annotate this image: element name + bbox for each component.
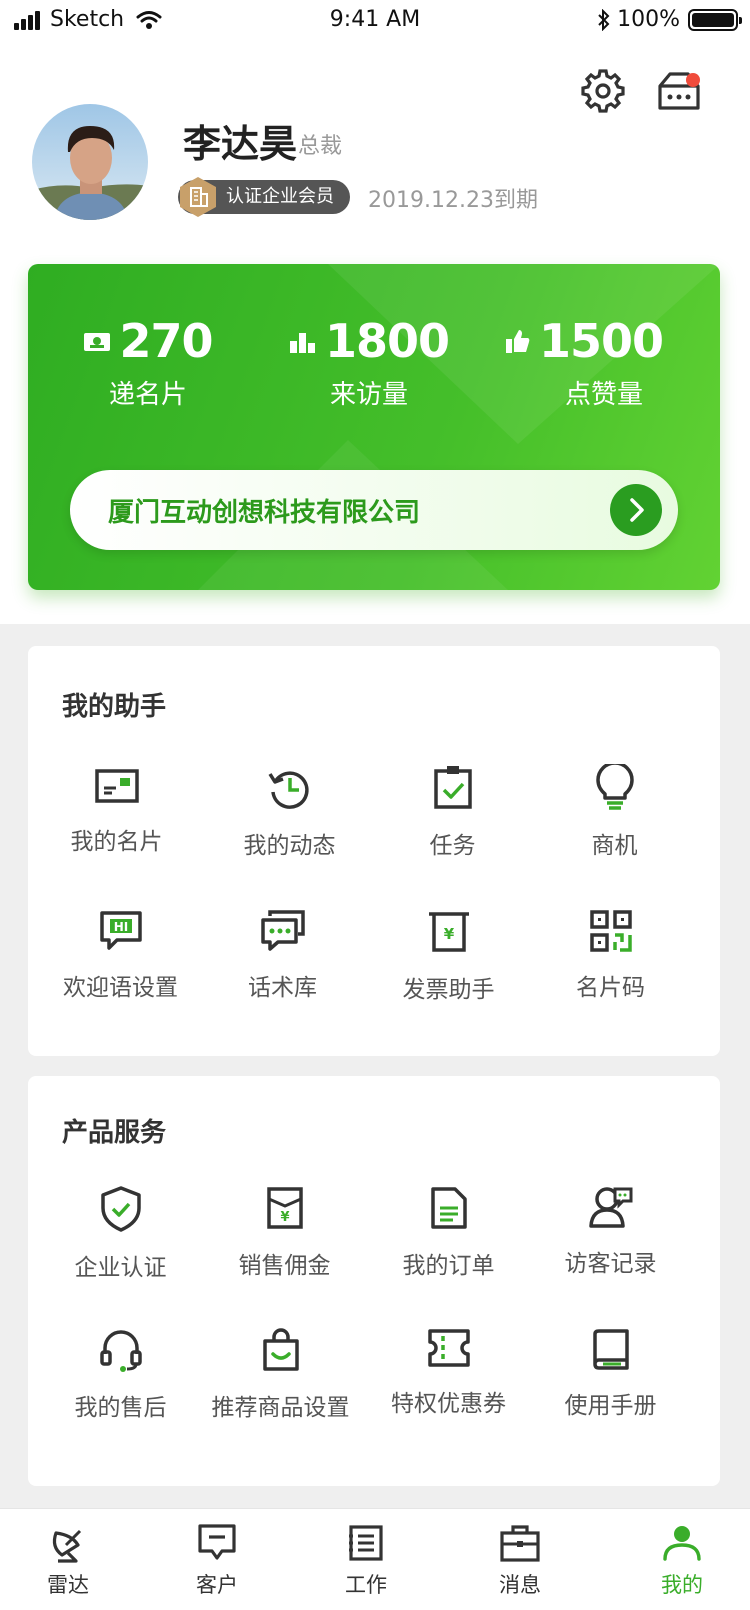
item-label: 任务 <box>429 833 476 859</box>
user-title: 总裁 <box>298 134 343 159</box>
stat-label: 递名片 <box>108 380 187 410</box>
headset-icon <box>99 1330 142 1372</box>
tab-radar[interactable]: 雷达 <box>8 1523 128 1599</box>
building-icon <box>180 177 216 217</box>
item-label: 发票助手 <box>402 977 495 1003</box>
company-name: 厦门互动创想科技有限公司 <box>108 498 421 528</box>
shield-check-icon <box>100 1186 141 1232</box>
assistant-item-card-code[interactable]: 名片码 <box>524 910 697 1002</box>
svg-text:¥: ¥ <box>280 1210 289 1225</box>
tab-label: 雷达 <box>47 1573 89 1597</box>
thumbs-up-icon <box>505 330 530 353</box>
avatar[interactable] <box>32 104 148 220</box>
item-label: 我的名片 <box>70 829 163 855</box>
checklist-icon <box>349 1525 383 1561</box>
tab-messages[interactable]: 消息 <box>460 1523 580 1599</box>
item-label: 特权优惠券 <box>391 1391 506 1417</box>
service-item-after-sales[interactable]: 我的售后 <box>34 1328 207 1422</box>
membership-expiry: 2019.12.23到期 <box>368 188 538 213</box>
settings-gear-icon[interactable] <box>580 68 626 114</box>
invoice-icon: ¥ <box>428 912 469 952</box>
visitors-icon <box>588 1187 632 1228</box>
battery-icon <box>688 8 742 31</box>
services-section: 产品服务 企业认证 ¥ 销售佣金 我的订单 访客记录 我的售后 推荐商品设置 特… <box>28 1076 720 1486</box>
service-item-certification[interactable]: 企业认证 <box>34 1186 207 1282</box>
bar-chart-icon <box>289 333 315 353</box>
stats-card: 270 递名片 1800 来访量 1500 点赞量 厦门互动创想科技有限公司 <box>28 264 720 590</box>
status-bar: Sketch 9:41 AM 100% <box>0 0 750 40</box>
business-card-icon <box>94 769 139 803</box>
item-label: 欢迎语设置 <box>63 975 178 1001</box>
bluetooth-icon <box>598 8 610 31</box>
assistant-item-scripts[interactable]: 话术库 <box>196 910 369 1002</box>
assistant-section: 我的助手 我的名片 我的动态 任务 商机 HI 欢迎语设置 话术库 ¥ 发票助手… <box>28 646 720 1056</box>
service-item-visitor-log[interactable]: 访客记录 <box>524 1186 697 1278</box>
card-icon <box>84 333 111 351</box>
item-label: 访客记录 <box>564 1251 657 1277</box>
coupon-icon <box>427 1329 470 1367</box>
radar-dish-icon <box>52 1529 82 1563</box>
customer-chat-icon <box>198 1524 236 1560</box>
user-name: 李达昊 <box>183 122 298 166</box>
item-label: 我的订单 <box>402 1253 495 1279</box>
lightbulb-icon <box>595 764 634 810</box>
stat-likes[interactable]: 1500 点赞量 <box>494 314 674 411</box>
item-label: 销售佣金 <box>238 1253 331 1279</box>
stat-cards-sent[interactable]: 270 递名片 <box>68 314 228 411</box>
item-label: 名片码 <box>576 975 645 1001</box>
assistant-item-greeting[interactable]: HI 欢迎语设置 <box>34 910 207 1002</box>
service-item-commission[interactable]: ¥ 销售佣金 <box>198 1186 371 1280</box>
company-link[interactable]: 厦门互动创想科技有限公司 <box>70 470 678 550</box>
document-icon <box>430 1187 467 1229</box>
tab-label: 客户 <box>196 1573 238 1597</box>
briefcase-icon <box>500 1525 540 1562</box>
stat-label: 点赞量 <box>564 380 643 410</box>
book-icon <box>592 1329 629 1370</box>
service-item-coupons[interactable]: 特权优惠券 <box>362 1328 535 1418</box>
assistant-item-opportunities[interactable]: 商机 <box>528 764 701 860</box>
section-title: 我的助手 <box>62 692 167 722</box>
service-item-user-manual[interactable]: 使用手册 <box>524 1328 697 1420</box>
item-label: 商机 <box>591 833 638 859</box>
section-title: 产品服务 <box>62 1118 167 1148</box>
qr-code-icon <box>589 910 632 952</box>
service-item-recommend-products[interactable]: 推荐商品设置 <box>194 1328 367 1422</box>
tab-label: 消息 <box>499 1573 541 1597</box>
item-label: 推荐商品设置 <box>211 1395 350 1421</box>
money-box-icon: ¥ <box>266 1187 303 1229</box>
item-label: 使用手册 <box>564 1393 657 1419</box>
item-label: 话术库 <box>248 975 317 1001</box>
shopping-bag-icon <box>262 1328 299 1371</box>
svg-text:HI: HI <box>113 920 128 934</box>
person-icon <box>663 1526 701 1561</box>
tab-work[interactable]: 工作 <box>306 1523 426 1599</box>
assistant-item-my-activity[interactable]: 我的动态 <box>203 766 376 860</box>
tab-me[interactable]: 我的 <box>622 1523 742 1599</box>
stat-value: 1500 <box>538 314 664 368</box>
battery-percent: 100% <box>617 7 680 32</box>
stat-value: 270 <box>119 314 213 368</box>
assistant-item-invoice[interactable]: ¥ 发票助手 <box>362 910 535 1004</box>
hi-chat-icon: HI <box>99 911 142 950</box>
tab-customers[interactable]: 客户 <box>157 1523 277 1599</box>
tab-label: 工作 <box>345 1573 387 1597</box>
stat-visits[interactable]: 1800 来访量 <box>274 314 464 411</box>
stat-value: 1800 <box>324 314 450 368</box>
service-item-orders[interactable]: 我的订单 <box>362 1186 535 1280</box>
assistant-item-my-card[interactable]: 我的名片 <box>30 766 203 856</box>
item-label: 我的动态 <box>243 833 336 859</box>
message-box-icon[interactable] <box>656 68 702 114</box>
chevron-right-icon[interactable] <box>610 484 662 536</box>
svg-text:¥: ¥ <box>443 925 454 943</box>
item-label: 我的售后 <box>74 1395 167 1421</box>
tab-label: 我的 <box>661 1573 703 1597</box>
history-clock-icon <box>268 771 309 809</box>
clipboard-check-icon <box>433 766 472 809</box>
item-label: 企业认证 <box>74 1255 167 1281</box>
assistant-item-tasks[interactable]: 任务 <box>366 764 539 860</box>
chat-bubbles-icon <box>260 910 305 951</box>
tab-bar: 雷达 客户 工作 消息 我的 <box>0 1508 750 1610</box>
stat-label: 来访量 <box>329 380 408 410</box>
